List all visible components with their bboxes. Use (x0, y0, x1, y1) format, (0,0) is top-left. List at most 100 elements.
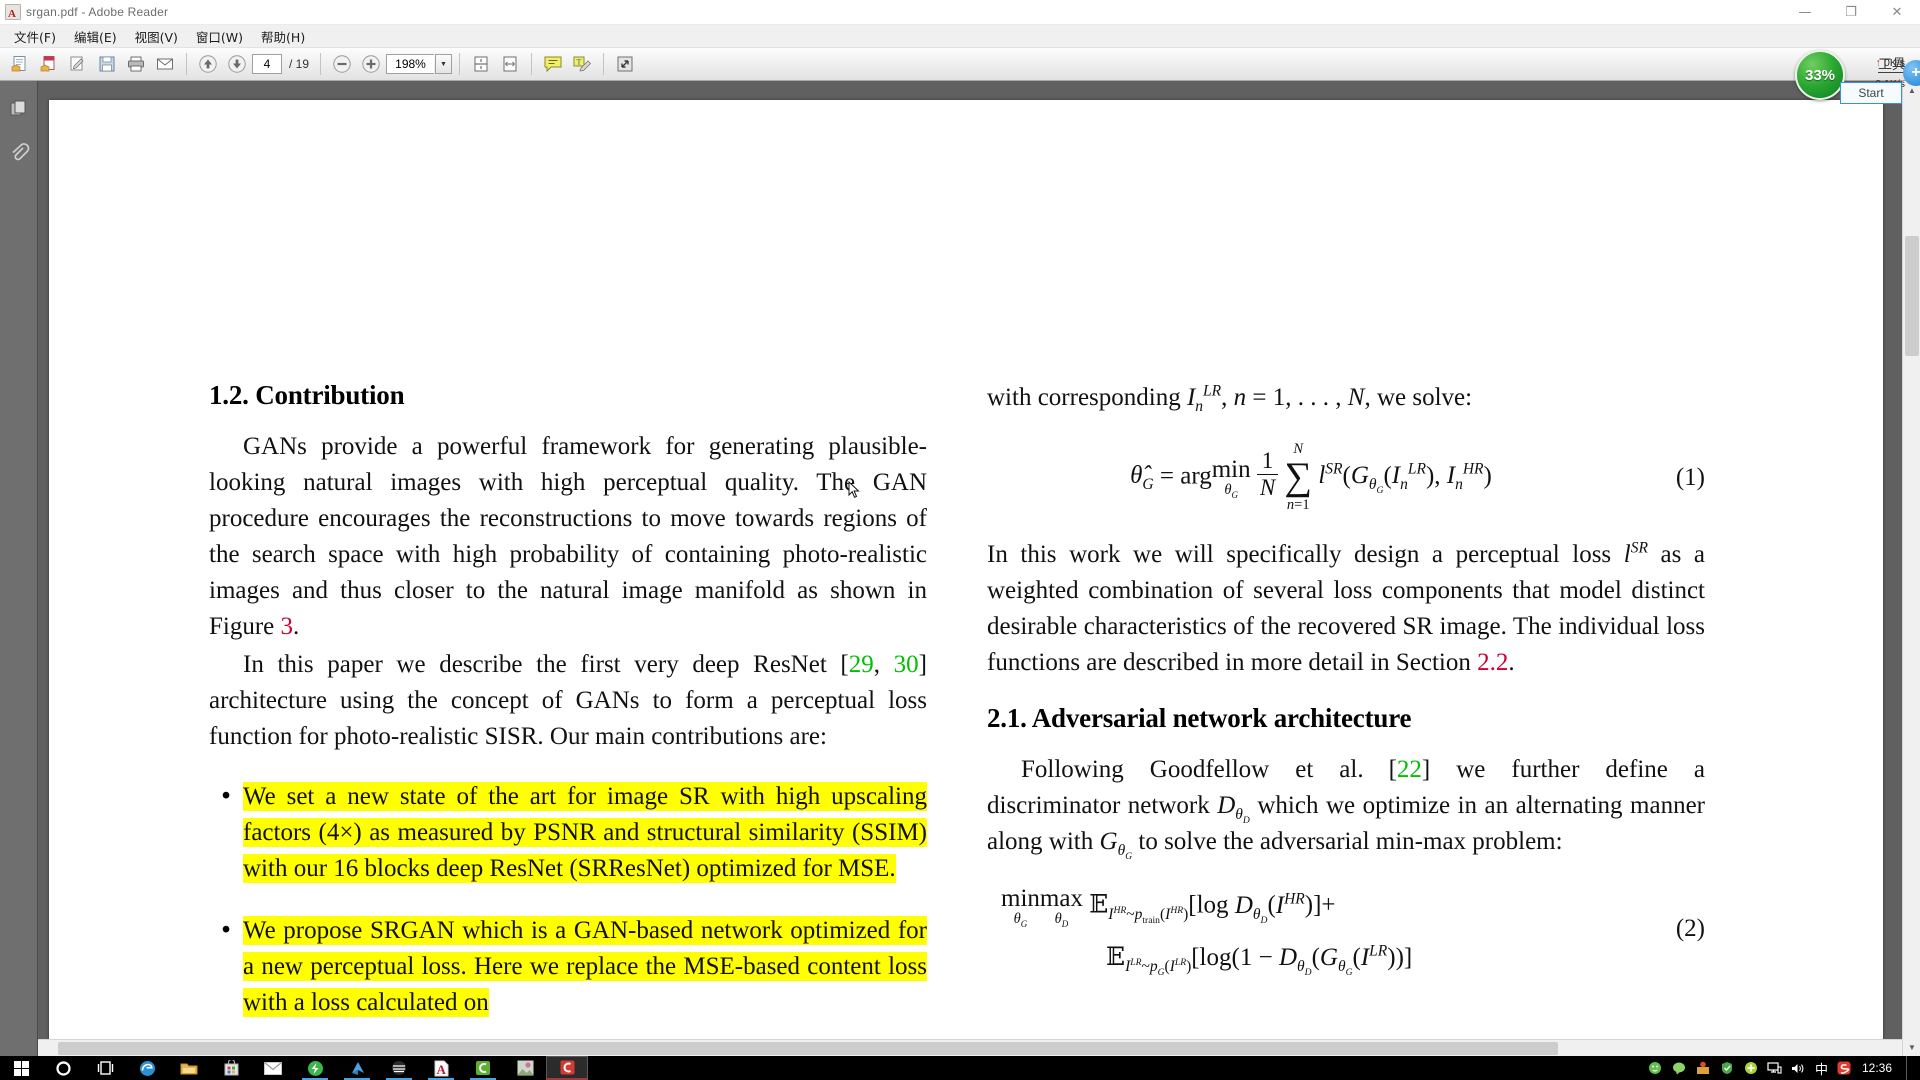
vertical-scrollbar[interactable]: ▲ ▼ (1902, 81, 1920, 1056)
open-file-icon[interactable] (6, 51, 34, 77)
menu-edit[interactable]: 编辑(E) (65, 24, 126, 49)
upload-arrow-icon: ↑ (1875, 56, 1881, 69)
window-title: srgan.pdf - Adobe Reader (26, 5, 169, 19)
toolbar-divider-5 (603, 53, 605, 75)
snapshot-icon[interactable] (611, 51, 639, 77)
pdf-document-icon (5, 4, 21, 20)
photo-editor-icon[interactable] (504, 1056, 546, 1080)
bullet-marker-icon: • (219, 784, 233, 810)
list-item: • We set a new state of the art for imag… (209, 779, 927, 887)
zoom-level-input[interactable]: 198% (386, 54, 435, 74)
math-inline-G-thetaG: GθG (1099, 828, 1133, 863)
citation-link-29[interactable]: 29 (849, 651, 874, 678)
equation-1-body: θ̂G = arg min θG 1N N ∑ n=1 lSR(GθG(InLR), I… (1130, 441, 1492, 513)
window-titlebar: srgan.pdf - Adobe Reader — ❐ ✕ (0, 0, 1920, 25)
taskbar-clock[interactable]: 12:36 (1860, 1061, 1898, 1075)
start-tooltip[interactable]: Start (1840, 82, 1902, 104)
vertical-scroll-thumb[interactable] (1905, 236, 1919, 356)
citation-link-22[interactable]: 22 (1397, 756, 1422, 783)
zoom-in-icon[interactable] (357, 51, 385, 77)
save-icon[interactable] (93, 51, 121, 77)
wps-spreadsheet-icon[interactable] (462, 1056, 504, 1080)
toolbar-divider (186, 53, 187, 75)
minimize-button[interactable]: — (1782, 0, 1828, 25)
tray-chat-icon[interactable] (1671, 1060, 1687, 1076)
restore-button[interactable]: ❐ (1828, 0, 1874, 25)
paragraph-gans-framework: GANs provide a powerful framework for ge… (209, 429, 927, 645)
page-thumbnails-icon[interactable] (5, 95, 33, 123)
mail-icon[interactable] (252, 1056, 294, 1080)
show-desktop-button[interactable] (1906, 1056, 1912, 1080)
math-inline-ILR: InLR (1186, 382, 1222, 415)
section-link-2-2[interactable]: 2.2 (1477, 649, 1508, 676)
create-pdf-icon[interactable] (35, 51, 63, 77)
system-tray: 中 12:36 (1647, 1056, 1920, 1080)
equation-1-number: (1) (1675, 463, 1705, 491)
fit-width-icon[interactable] (496, 51, 524, 77)
math-inline-N: N (1347, 384, 1365, 411)
horizontal-scrollbar[interactable] (38, 1039, 1902, 1056)
document-viewport[interactable]: 1.2. Contribution GANs provide a powerfu… (38, 81, 1902, 1056)
contribution-bullet-list: • We set a new state of the art for imag… (209, 779, 927, 1021)
menu-help[interactable]: 帮助(H) (252, 24, 314, 49)
next-page-icon[interactable] (223, 51, 251, 77)
start-button-icon[interactable] (0, 1056, 42, 1080)
microsoft-store-icon[interactable] (210, 1056, 252, 1080)
equation-2-number: (2) (1675, 915, 1705, 943)
tray-shield-icon[interactable] (1719, 1060, 1735, 1076)
download-progress-percent: 33% (1804, 66, 1836, 84)
paragraph-text-part-a: GANs provide a powerful framework for ge… (209, 433, 927, 640)
qq-messenger-icon[interactable] (336, 1056, 378, 1080)
scroll-down-icon[interactable]: ▼ (1903, 1038, 1920, 1056)
horizontal-scroll-thumb[interactable] (58, 1042, 1558, 1055)
window-controls: — ❐ ✕ (1782, 0, 1920, 25)
adobe-reader-icon[interactable]: A (420, 1056, 462, 1080)
math-inline-D-thetaD: DθD (1217, 792, 1250, 827)
sogou-input-icon[interactable] (1836, 1060, 1852, 1076)
close-button[interactable]: ✕ (1874, 0, 1920, 25)
equation-2-row: min θG max θD 𝔼IHR~ptrain(IHR)[log DθD(IHR)… (987, 885, 1705, 977)
toolbar-divider-3 (459, 53, 461, 75)
citation-link-30[interactable]: 30 (894, 651, 919, 678)
tray-update-icon[interactable] (1743, 1060, 1759, 1076)
cortana-search-icon[interactable] (42, 1056, 84, 1080)
highlight-text-icon[interactable]: T (568, 51, 596, 77)
paragraph-perceptual-loss: In this work we will specifically design… (987, 537, 1705, 681)
bullet-marker-icon: • (219, 918, 233, 944)
menu-file[interactable]: 文件(F) (5, 24, 65, 49)
min-stack: min θG (1001, 885, 1040, 930)
ime-language-indicator[interactable]: 中 (1815, 1059, 1828, 1078)
task-view-icon[interactable] (84, 1056, 126, 1080)
equation-1-row: θ̂G = arg min θG 1N N ∑ n=1 lSR(GθG(InLR), I… (987, 441, 1705, 513)
pdf-page: 1.2. Contribution GANs provide a powerfu… (49, 100, 1883, 1056)
tray-guard-icon[interactable] (1695, 1060, 1711, 1076)
tray-antivirus-icon[interactable] (1647, 1060, 1663, 1076)
tray-volume-icon[interactable] (1791, 1060, 1807, 1076)
email-icon[interactable] (151, 51, 179, 77)
main-toolbar: 4 / 19 198% ▼ T 工具 (0, 48, 1920, 81)
math-inline-lSR: lSR (1623, 539, 1648, 569)
add-comment-icon[interactable] (539, 51, 567, 77)
add-task-button[interactable]: + (1903, 60, 1920, 86)
attachments-icon[interactable] (5, 139, 33, 167)
fit-page-icon[interactable] (467, 51, 495, 77)
download-progress-badge[interactable]: 33% (1795, 50, 1845, 100)
file-explorer-icon[interactable] (168, 1056, 210, 1080)
camtasia-icon[interactable] (546, 1056, 588, 1080)
browser-icon[interactable] (378, 1056, 420, 1080)
citation-separator: , (873, 651, 894, 678)
figure-link-3[interactable]: 3 (281, 613, 294, 640)
previous-page-icon[interactable] (194, 51, 222, 77)
chevron-down-icon[interactable]: ▼ (435, 54, 453, 74)
print-icon[interactable] (122, 51, 150, 77)
tray-network-icon[interactable] (1767, 1060, 1783, 1076)
sign-icon[interactable] (64, 51, 92, 77)
page-number-input[interactable]: 4 (252, 54, 282, 74)
highlighted-text: We set a new state of the art for image … (243, 782, 927, 883)
zoom-out-icon[interactable] (328, 51, 356, 77)
thunder-download-icon[interactable] (294, 1056, 336, 1080)
equation-2-body: min θG max θD 𝔼IHR~ptrain(IHR)[log DθD(IHR)… (987, 885, 1635, 977)
edge-browser-icon[interactable] (126, 1056, 168, 1080)
menu-window[interactable]: 窗口(W) (187, 24, 252, 49)
menu-view[interactable]: 视图(V) (126, 24, 187, 49)
